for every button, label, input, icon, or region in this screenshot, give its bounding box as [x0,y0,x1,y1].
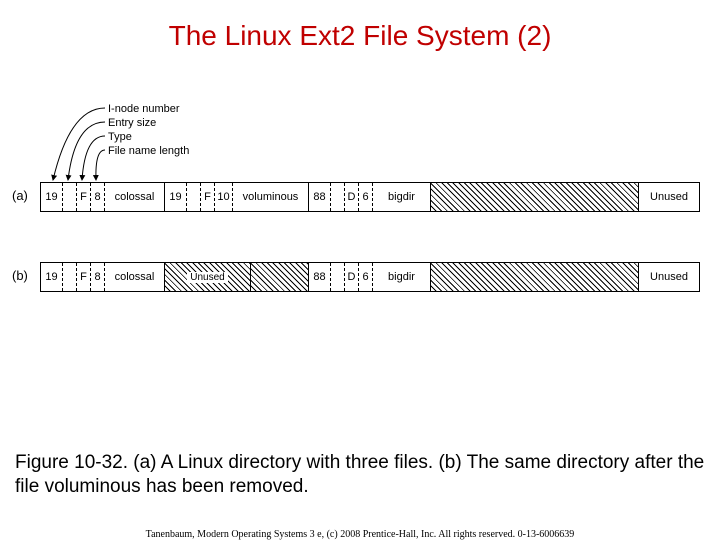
cell: F [201,183,215,211]
row-b-label: (b) [12,268,28,283]
cell: 10 [215,183,233,211]
label-name-length: File name length [108,144,189,158]
cell [187,183,201,211]
label-type: Type [108,130,189,144]
cell: 19 [41,183,63,211]
figure-caption: Figure 10-32. (a) A Linux directory with… [15,451,705,500]
cell: 8 [91,263,105,291]
label-entry-size: Entry size [108,116,189,130]
cell: 19 [41,263,63,291]
cell: F [77,263,91,291]
cell: 88 [309,263,331,291]
cell-name: voluminous [233,183,309,211]
cell-name: colossal [105,263,165,291]
field-labels: I-node number Entry size Type File name … [108,102,189,158]
row-b: 19 F 8 colossal Unused 88 D 6 bigdir Unu… [40,262,700,292]
cell: 19 [165,183,187,211]
cell: F [77,183,91,211]
cell: 88 [309,183,331,211]
unused-region [431,183,639,211]
cell [63,263,77,291]
cell [331,183,345,211]
diagram: I-node number Entry size Type File name … [0,102,720,362]
row-a-label: (a) [12,188,28,203]
unused-region: Unused [165,263,251,291]
credit-line: Tanenbaum, Modern Operating Systems 3 e,… [0,529,720,540]
cell [63,183,77,211]
cell-name: bigdir [373,183,431,211]
cell-name: colossal [105,183,165,211]
cell [331,263,345,291]
unused-label: Unused [639,183,699,211]
row-a: 19 F 8 colossal 19 F 10 voluminous 88 D … [40,182,700,212]
label-inode: I-node number [108,102,189,116]
unused-label: Unused [639,263,699,291]
cell: 6 [359,263,373,291]
cell: 6 [359,183,373,211]
unused-region [431,263,639,291]
cell: D [345,183,359,211]
page-title: The Linux Ext2 File System (2) [0,20,720,52]
cell: D [345,263,359,291]
cell-name: bigdir [373,263,431,291]
cell: 8 [91,183,105,211]
unused-region [251,263,309,291]
unused-label: Unused [187,272,227,283]
